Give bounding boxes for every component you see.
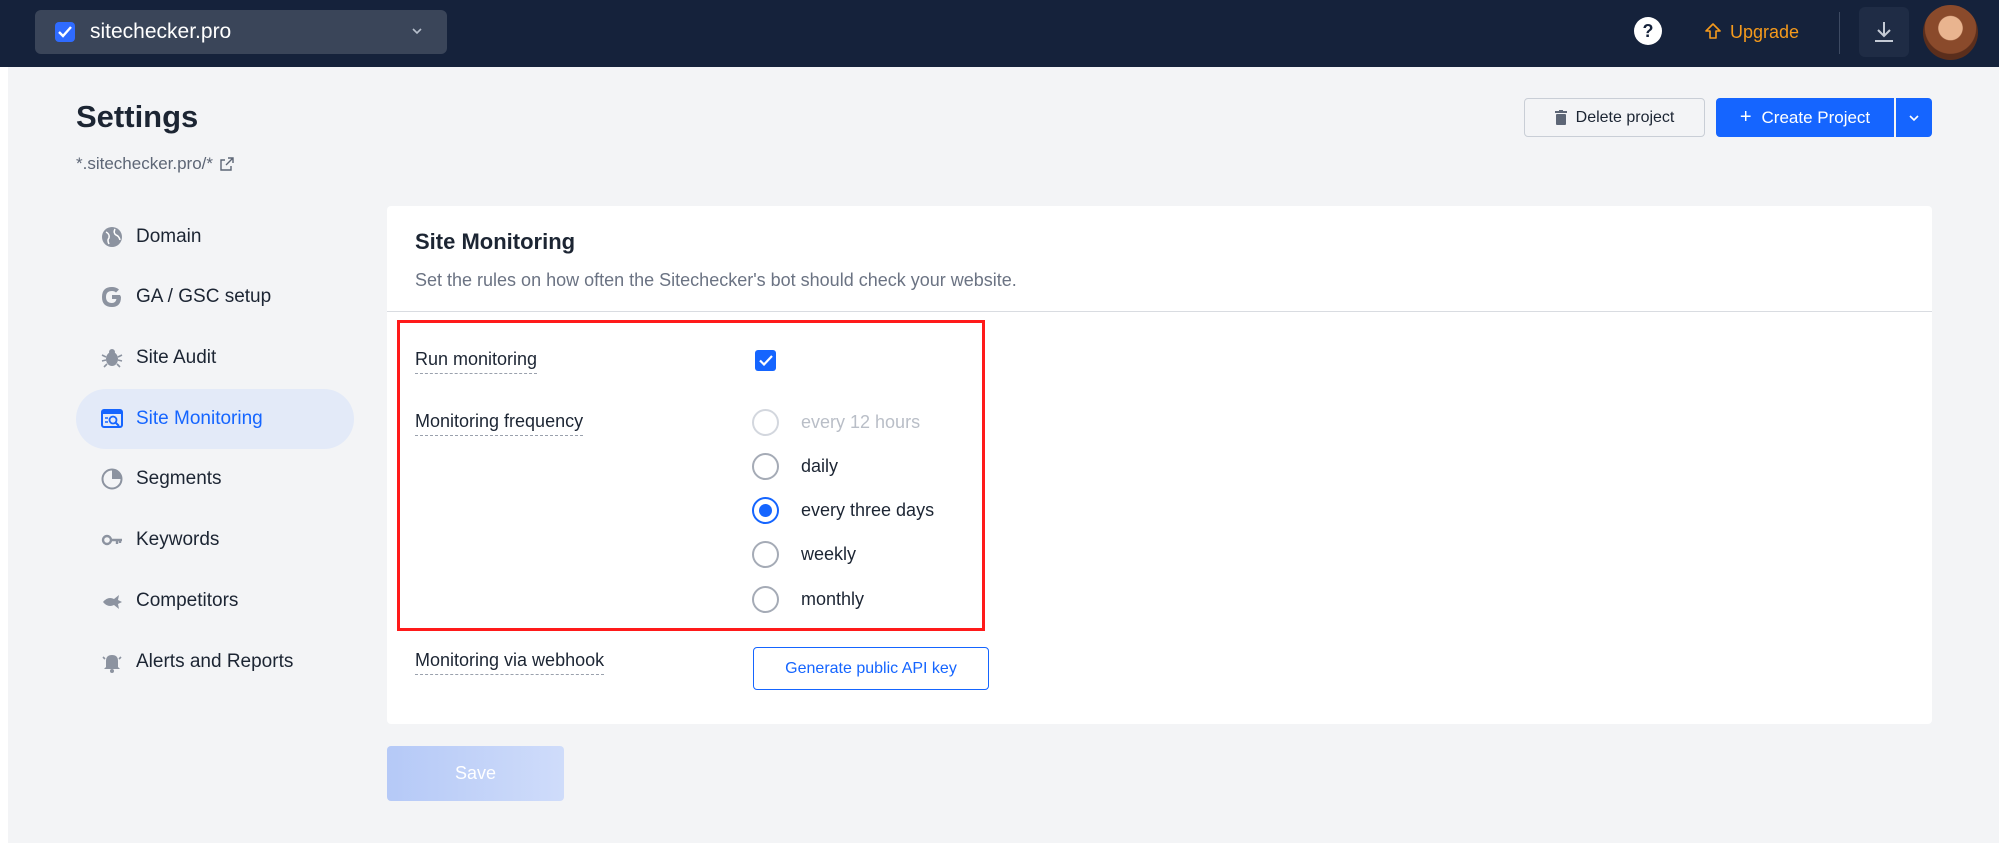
- monitoring-webhook-label: Monitoring via webhook: [415, 650, 605, 675]
- help-icon[interactable]: ?: [1634, 17, 1662, 45]
- create-project-label: Create Project: [1761, 107, 1871, 127]
- radio-label: every three days: [801, 499, 935, 520]
- sidebar-item-label: GA / GSC setup: [136, 286, 272, 307]
- sidebar-item-domain[interactable]: Domain: [76, 207, 354, 267]
- upgrade-label: Upgrade: [1730, 21, 1800, 42]
- delete-project-button[interactable]: Delete project: [1524, 98, 1705, 137]
- globe-icon: [100, 225, 124, 249]
- frequency-option-three-days[interactable]: every three days: [752, 496, 934, 524]
- sidebar-item-label: Segments: [136, 468, 222, 489]
- project-url: *.sitechecker.pro/*: [76, 154, 214, 173]
- monitoring-icon: [100, 407, 124, 431]
- sitechecker-logo-icon: [55, 22, 75, 42]
- sidebar-item-label: Alerts and Reports: [136, 651, 294, 672]
- bell-icon: [100, 650, 124, 674]
- frequency-option-daily[interactable]: daily: [752, 452, 838, 480]
- monitoring-frequency-label: Monitoring frequency: [415, 411, 584, 436]
- top-bar: sitechecker.pro ? Upgrade: [0, 0, 1999, 67]
- card-title: Site Monitoring: [415, 229, 576, 254]
- divider: [387, 311, 1932, 312]
- chevron-down-icon: [411, 22, 423, 40]
- user-avatar[interactable]: [1923, 5, 1978, 60]
- sidebar-item-site-monitoring[interactable]: Site Monitoring: [76, 389, 354, 449]
- radio-label: every 12 hours: [801, 411, 921, 432]
- radio-button[interactable]: [752, 540, 779, 568]
- upgrade-button[interactable]: Upgrade: [1704, 18, 1799, 46]
- run-monitoring-label: Run monitoring: [415, 349, 538, 374]
- radio-button[interactable]: [752, 496, 779, 524]
- sidebar-item-label: Site Audit: [136, 347, 217, 368]
- sidebar-item-ga-gsc[interactable]: GA / GSC setup: [76, 267, 354, 327]
- frequency-option-monthly[interactable]: monthly: [752, 585, 864, 613]
- checkmark-icon: [758, 355, 773, 366]
- pie-icon: [100, 467, 124, 491]
- plus-icon: +: [1739, 106, 1752, 128]
- divider: [1839, 12, 1840, 54]
- generate-api-key-button[interactable]: Generate public API key: [753, 647, 989, 690]
- download-button[interactable]: [1859, 7, 1909, 57]
- radio-label: monthly: [801, 588, 865, 609]
- radio-label: daily: [801, 455, 839, 476]
- save-button[interactable]: Save: [387, 746, 564, 801]
- sidebar-item-alerts-reports[interactable]: Alerts and Reports: [76, 632, 354, 692]
- download-icon: [1875, 22, 1893, 42]
- card-description: Set the rules on how often the Sitecheck…: [415, 270, 1017, 290]
- chevron-down-icon: [1909, 114, 1919, 121]
- sidebar-item-segments[interactable]: Segments: [76, 449, 354, 509]
- project-name: sitechecker.pro: [90, 20, 232, 43]
- sidebar-item-label: Site Monitoring: [136, 408, 263, 429]
- sidebar-item-label: Domain: [136, 226, 202, 247]
- sidebar-item-label: Keywords: [136, 529, 220, 550]
- sidebar-item-site-audit[interactable]: Site Audit: [76, 328, 354, 388]
- radio-label: weekly: [801, 543, 857, 564]
- key-icon: [100, 528, 124, 552]
- page-title: Settings: [76, 99, 199, 134]
- bug-icon: [100, 346, 124, 370]
- create-project-button[interactable]: + Create Project: [1716, 98, 1894, 137]
- sidebar-item-keywords[interactable]: Keywords: [76, 510, 354, 570]
- frequency-option-weekly[interactable]: weekly: [752, 540, 856, 568]
- create-project-dropdown[interactable]: [1896, 98, 1932, 137]
- external-link-icon: [220, 157, 234, 171]
- radio-dot: [759, 503, 772, 517]
- radio-button[interactable]: [752, 408, 779, 436]
- project-selector[interactable]: sitechecker.pro: [35, 10, 447, 54]
- delete-project-label: Delete project: [1575, 108, 1675, 126]
- sidebar-item-label: Competitors: [136, 590, 239, 611]
- radio-button[interactable]: [752, 585, 779, 613]
- sidebar-item-competitors[interactable]: Competitors: [76, 571, 354, 631]
- upgrade-icon: [1705, 23, 1721, 39]
- google-icon: [100, 285, 124, 309]
- radio-button[interactable]: [752, 452, 779, 480]
- trash-icon: [1554, 110, 1567, 125]
- svg-text:?: ?: [1643, 21, 1654, 41]
- project-url-link[interactable]: *.sitechecker.pro/*: [76, 154, 235, 174]
- fish-icon: [100, 589, 124, 613]
- frequency-option-12-hours[interactable]: every 12 hours: [752, 408, 920, 436]
- run-monitoring-checkbox[interactable]: [755, 350, 776, 371]
